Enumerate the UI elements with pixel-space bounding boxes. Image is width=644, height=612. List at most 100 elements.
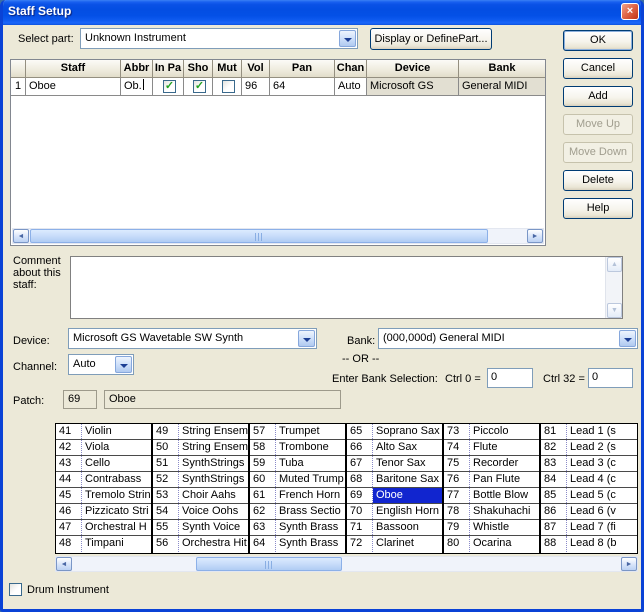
patch-name[interactable]: Pan Flute	[470, 472, 539, 487]
patch-number[interactable]: 72	[347, 536, 373, 552]
patch-name[interactable]: Violin	[82, 424, 151, 439]
patch-name[interactable]: Piccolo	[470, 424, 539, 439]
patch-number[interactable]: 58	[250, 440, 276, 455]
ok-button[interactable]: OK	[563, 30, 633, 51]
chevron-down-icon[interactable]	[619, 330, 636, 347]
patch-name[interactable]: English Horn	[373, 504, 442, 519]
patch-name[interactable]: Lead 2 (s	[567, 440, 638, 455]
patch-name[interactable]: Soprano Sax	[373, 424, 442, 439]
patch-grid-hscrollbar[interactable]: ◄ ►	[55, 556, 638, 572]
delete-button[interactable]: Delete	[563, 170, 633, 191]
bank-combobox[interactable]: (000,000d) General MIDI	[378, 328, 638, 349]
patch-number[interactable]: 56	[153, 536, 179, 552]
patch-number[interactable]: 45	[56, 488, 82, 503]
patch-name[interactable]: Lead 6 (v	[567, 504, 638, 519]
patch-name[interactable]: String Ensem	[179, 440, 248, 455]
help-button[interactable]: Help	[563, 198, 633, 219]
device-combobox[interactable]: Microsoft GS Wavetable SW Synth	[68, 328, 317, 349]
patch-number[interactable]: 80	[444, 536, 470, 552]
patch-number[interactable]: 61	[250, 488, 276, 503]
patch-name[interactable]: Muted Trump	[276, 472, 345, 487]
chevron-down-icon[interactable]	[298, 330, 315, 347]
scroll-right-icon[interactable]: ►	[527, 229, 543, 243]
patch-number[interactable]: 68	[347, 472, 373, 487]
patch-number[interactable]: 75	[444, 456, 470, 471]
patch-number[interactable]: 57	[250, 424, 276, 439]
patch-number[interactable]: 81	[541, 424, 567, 439]
patch-name[interactable]: Lead 4 (c	[567, 472, 638, 487]
patch-name[interactable]: Bassoon	[373, 520, 442, 535]
patch-number[interactable]: 83	[541, 456, 567, 471]
patch-number[interactable]: 53	[153, 488, 179, 503]
comment-vscrollbar[interactable]: ▲ ▼	[605, 257, 622, 318]
drum-instrument-checkbox[interactable]	[9, 583, 22, 596]
patch-name[interactable]: Synth Brass	[276, 536, 345, 552]
patch-name-selected[interactable]: Oboe	[373, 488, 442, 503]
staff-cell[interactable]: Oboe	[26, 78, 121, 96]
display-or-define-part-button[interactable]: Display or DefinePart...	[370, 28, 492, 50]
patch-name[interactable]: Voice Oohs	[179, 504, 248, 519]
patch-name[interactable]: String Ensem	[179, 424, 248, 439]
in-part-checkbox[interactable]: ✓	[163, 80, 176, 93]
patch-name[interactable]: French Horn	[276, 488, 345, 503]
select-part-combobox[interactable]: Unknown Instrument	[80, 28, 358, 49]
patch-name[interactable]: Cello	[82, 456, 151, 471]
bank-cell[interactable]: General MIDI	[459, 78, 545, 96]
patch-number[interactable]: 51	[153, 456, 179, 471]
scroll-right-icon[interactable]: ►	[621, 557, 637, 571]
patch-number[interactable]: 60	[250, 472, 276, 487]
patch-name[interactable]: Bottle Blow	[470, 488, 539, 503]
patch-name[interactable]: Synth Brass	[276, 520, 345, 535]
patch-name[interactable]: Trombone	[276, 440, 345, 455]
row-number-cell[interactable]: 1	[11, 78, 26, 96]
scroll-down-icon[interactable]: ▼	[607, 303, 622, 318]
patch-number[interactable]: 43	[56, 456, 82, 471]
patch-name[interactable]: Lead 3 (c	[567, 456, 638, 471]
add-button[interactable]: Add	[563, 86, 633, 107]
patch-number[interactable]: 76	[444, 472, 470, 487]
patch-name[interactable]: Contrabass	[82, 472, 151, 487]
patch-number[interactable]: 85	[541, 488, 567, 503]
patch-name[interactable]: Tenor Sax	[373, 456, 442, 471]
patch-number[interactable]: 70	[347, 504, 373, 519]
patch-name[interactable]: Trumpet	[276, 424, 345, 439]
patch-name[interactable]: Lead 8 (b	[567, 536, 638, 552]
patch-name[interactable]: Orchestra Hit	[179, 536, 248, 552]
cancel-button[interactable]: Cancel	[563, 58, 633, 79]
patch-number[interactable]: 71	[347, 520, 373, 535]
patch-number[interactable]: 73	[444, 424, 470, 439]
patch-name[interactable]: Tuba	[276, 456, 345, 471]
comment-textarea[interactable]: ▲ ▼	[70, 256, 623, 319]
close-icon[interactable]: ×	[621, 3, 639, 20]
scrollbar-thumb[interactable]	[196, 557, 342, 571]
chevron-down-icon[interactable]	[339, 30, 356, 47]
patch-number[interactable]: 77	[444, 488, 470, 503]
patch-number[interactable]: 47	[56, 520, 82, 535]
patch-name[interactable]: Alto Sax	[373, 440, 442, 455]
patch-name[interactable]: SynthStrings	[179, 456, 248, 471]
patch-number[interactable]: 54	[153, 504, 179, 519]
patch-number[interactable]: 41	[56, 424, 82, 439]
patch-number[interactable]: 88	[541, 536, 567, 552]
patch-name[interactable]: Timpani	[82, 536, 151, 552]
patch-name[interactable]: Viola	[82, 440, 151, 455]
title-bar[interactable]: Staff Setup ×	[0, 0, 644, 25]
channel-combobox[interactable]: Auto	[68, 354, 134, 375]
patch-number[interactable]: 66	[347, 440, 373, 455]
patch-number[interactable]: 63	[250, 520, 276, 535]
patch-number[interactable]: 87	[541, 520, 567, 535]
patch-name[interactable]: Brass Sectio	[276, 504, 345, 519]
patch-number[interactable]: 62	[250, 504, 276, 519]
mute-checkbox[interactable]	[222, 80, 235, 93]
patch-number[interactable]: 69	[347, 488, 373, 503]
patch-number[interactable]: 59	[250, 456, 276, 471]
scrollbar-thumb[interactable]	[30, 229, 488, 243]
patch-name[interactable]: Flute	[470, 440, 539, 455]
scroll-left-icon[interactable]: ◄	[13, 229, 29, 243]
patch-number[interactable]: 46	[56, 504, 82, 519]
patch-name[interactable]: Baritone Sax	[373, 472, 442, 487]
patch-number[interactable]: 49	[153, 424, 179, 439]
show-checkbox[interactable]: ✓	[193, 80, 206, 93]
patch-number[interactable]: 74	[444, 440, 470, 455]
patch-name[interactable]: Synth Voice	[179, 520, 248, 535]
